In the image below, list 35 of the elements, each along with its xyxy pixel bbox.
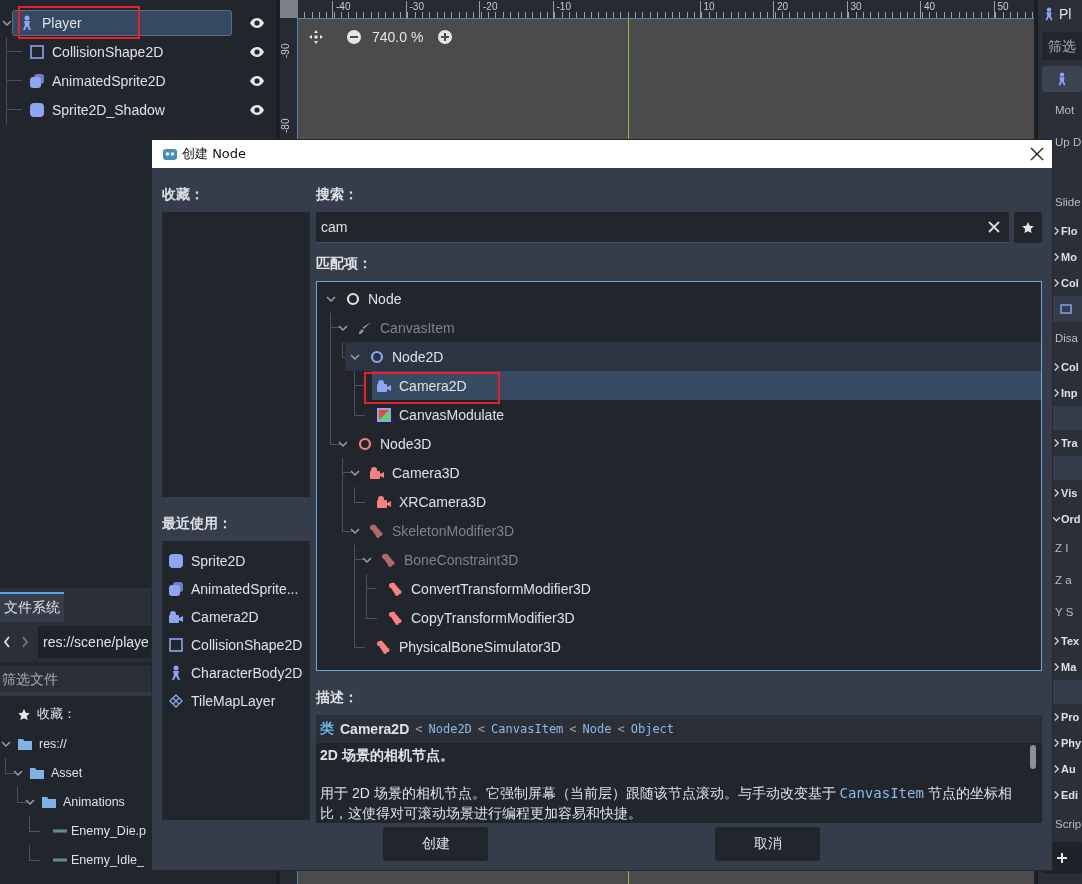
section-label: 最近使用：: [162, 514, 233, 533]
separator: <: [617, 722, 625, 736]
ruler-label: 50: [993, 1, 1009, 18]
property-label: Mot: [1055, 104, 1075, 116]
ruler-label: 30: [846, 1, 862, 18]
ruler-label: 20: [773, 1, 789, 18]
property-label: Z I: [1055, 542, 1069, 554]
separator: <: [569, 722, 577, 736]
separator: <: [477, 722, 486, 736]
ruler-label: -30: [405, 1, 424, 18]
description-text: 用于 2D 场景的相机节点。它强制屏幕（当前层）跟随该节点滚动。与手动改变基于 CanvasItem 节点的坐标相比，这使得对可滚动场景进行编程更加容易和快捷。: [320, 784, 1013, 823]
section-label: 匹配项：: [316, 254, 373, 273]
property-label: Disa: [1055, 332, 1078, 344]
class-name: Camera2D: [340, 721, 410, 737]
ruler-label: -40: [332, 1, 351, 18]
ruler-label: -80: [280, 118, 291, 133]
window-title: 创建 Node: [182, 145, 247, 163]
section-label: 收藏：: [162, 185, 205, 204]
node-name: Pl: [1059, 6, 1072, 22]
property-label: Y S: [1055, 606, 1074, 618]
property-label: Scrip: [1055, 818, 1082, 830]
ruler-label: -10: [552, 1, 571, 18]
section-label: 搜索：: [316, 185, 359, 204]
section-label: 描述：: [316, 688, 359, 707]
property-label: Z a: [1055, 574, 1072, 586]
ruler-label: -90: [280, 43, 291, 58]
zoom-level: 740.0 %: [372, 29, 424, 45]
summary-text: 2D 场景的相机节点。: [320, 747, 455, 765]
ruler-label: -20: [479, 1, 498, 18]
ruler-label: 10: [699, 1, 715, 18]
separator: <: [415, 722, 423, 736]
class-keyword: 类: [320, 720, 334, 738]
ruler-label: 40: [920, 1, 936, 18]
property-label: Up D: [1055, 136, 1082, 148]
property-label: Slide: [1055, 196, 1081, 208]
